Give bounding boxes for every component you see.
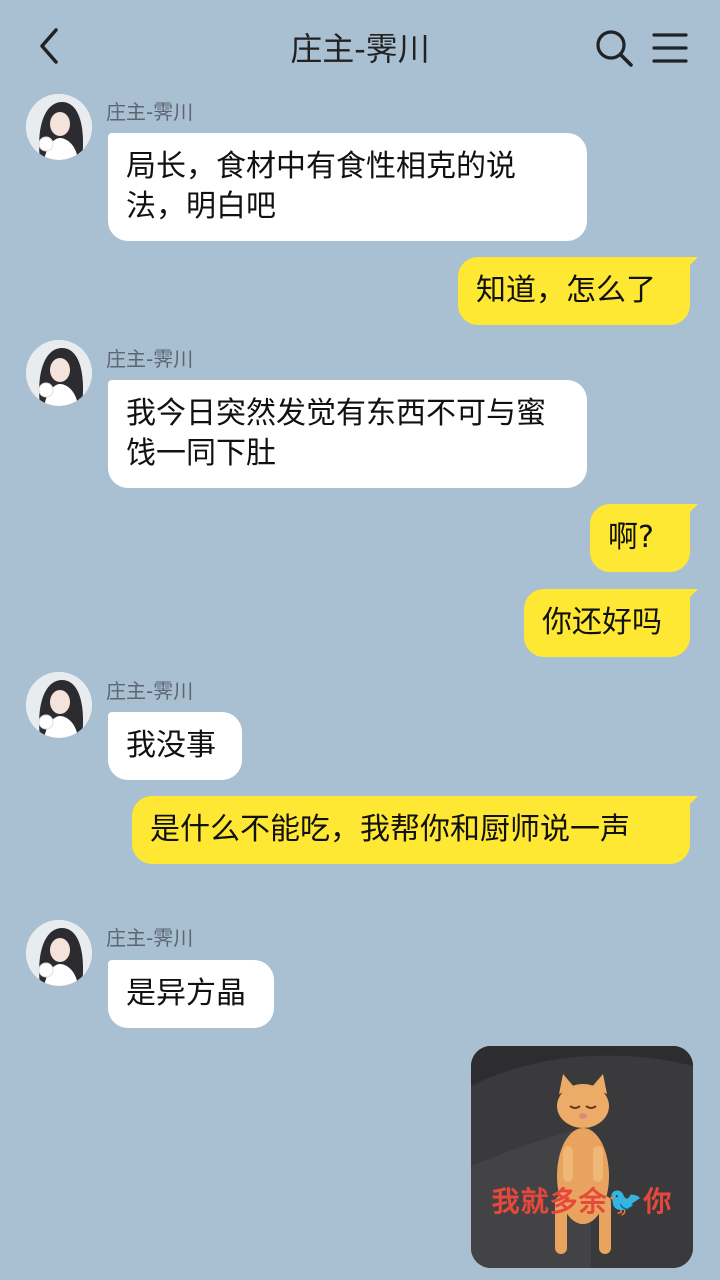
message-bubble-outgoing[interactable]: 知道，怎么了 xyxy=(458,257,698,325)
sender-name: 庄主-霁川 xyxy=(106,926,194,950)
message-bubble-outgoing[interactable]: 是什么不能吃，我帮你和厨师说一声 xyxy=(132,796,698,864)
sender-name: 庄主-霁川 xyxy=(106,679,194,703)
sender-name: 庄主-霁川 xyxy=(106,100,194,124)
avatar[interactable] xyxy=(26,672,92,738)
avatar-portrait-icon xyxy=(26,340,92,406)
avatar[interactable] xyxy=(26,340,92,406)
search-icon xyxy=(596,30,633,67)
chat-header: 庄主-霁川 xyxy=(0,0,720,95)
sticker-caption: 我就多余🐦你 xyxy=(491,1185,673,1218)
message-bubble-incoming[interactable]: 局长，食材中有食性相克的说法，明白吧 xyxy=(108,133,587,241)
search-button[interactable] xyxy=(592,26,636,70)
avatar[interactable] xyxy=(26,94,92,160)
message-bubble-incoming[interactable]: 是异方晶 xyxy=(108,960,274,1028)
sender-name: 庄主-霁川 xyxy=(106,347,194,371)
sleeping-kitten-sticker-icon xyxy=(471,1046,693,1268)
message-bubble-incoming[interactable]: 我今日突然发觉有东西不可与蜜饯一同下肚 xyxy=(108,380,587,488)
message-bubble-incoming[interactable]: 我没事 xyxy=(108,712,242,780)
avatar[interactable] xyxy=(26,920,92,986)
chat-screen: 庄主-霁川 庄主-霁川 局长，食材中有食性相克的说法，明白吧 知道，怎么了 庄主… xyxy=(0,0,720,1280)
sticker-message[interactable]: 我就多余🐦你 xyxy=(471,1046,693,1268)
message-bubble-outgoing[interactable]: 你还好吗 xyxy=(524,589,698,657)
avatar-portrait-icon xyxy=(26,920,92,986)
menu-button[interactable] xyxy=(648,26,692,70)
avatar-portrait-icon xyxy=(26,672,92,738)
avatar-portrait-icon xyxy=(26,94,92,160)
message-bubble-outgoing[interactable]: 啊? xyxy=(590,504,698,572)
menu-icon xyxy=(652,33,688,63)
